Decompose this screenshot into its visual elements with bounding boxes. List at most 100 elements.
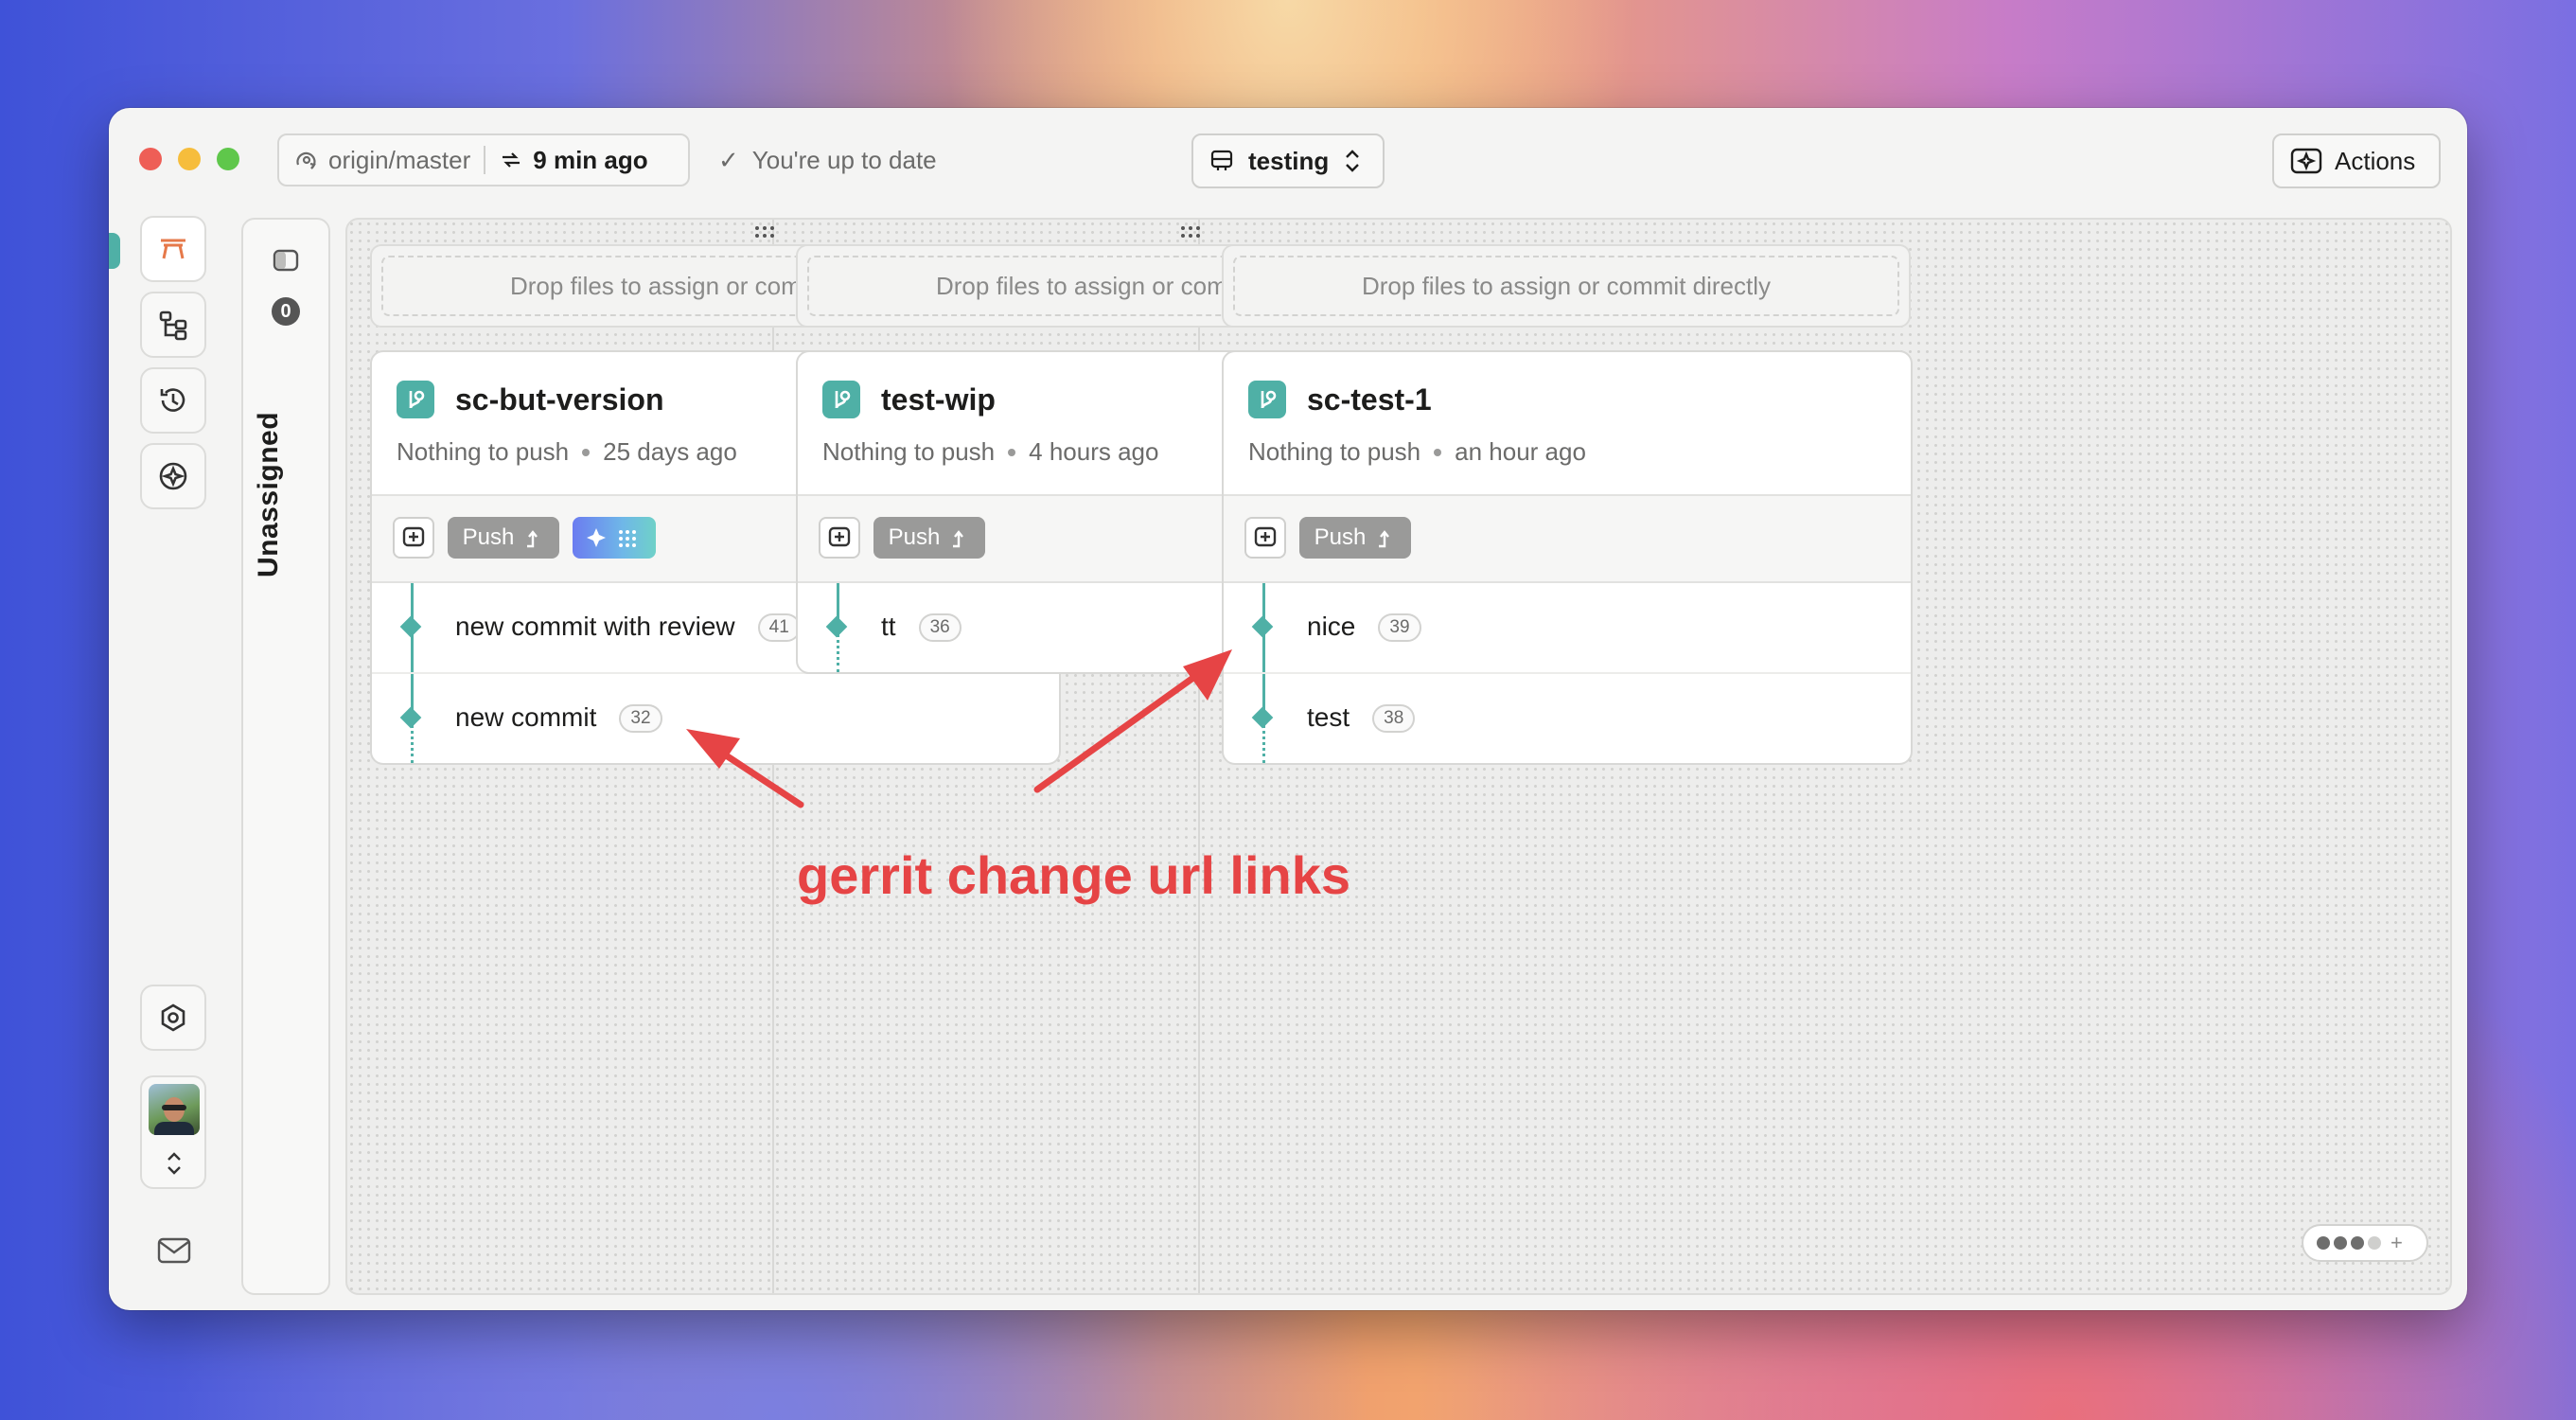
- divider: [484, 146, 486, 174]
- drag-handle-icon[interactable]: [1180, 225, 1201, 239]
- commit-title: new commit 32: [455, 702, 662, 733]
- push-status: Nothing to push: [822, 437, 996, 466]
- checkmark-icon: ✓: [718, 146, 739, 174]
- branch-status: Nothing to push an hour ago: [1248, 437, 1586, 467]
- sidebar-active-indicator: [109, 233, 120, 269]
- unassigned-label: Unassigned: [253, 411, 284, 577]
- remote-icon: [296, 151, 316, 169]
- branch-name: sc-but-version: [455, 382, 664, 417]
- actions-icon: [2290, 148, 2322, 174]
- push-status: Nothing to push: [1248, 437, 1421, 466]
- add-commit-icon: [402, 526, 425, 547]
- project-selector[interactable]: testing: [1191, 133, 1385, 188]
- commit-row[interactable]: new commit 32: [372, 674, 1059, 763]
- commit-marker: [399, 615, 422, 638]
- change-link-badge[interactable]: 41: [757, 613, 801, 642]
- push-button[interactable]: Push: [1299, 517, 1411, 559]
- commit-title: new commit with review 41: [455, 612, 801, 642]
- commit-marker: [399, 706, 422, 729]
- annotation-label: gerrit change url links: [797, 845, 1351, 905]
- commit-title: test 38: [1307, 702, 1416, 733]
- dropzone[interactable]: Drop files to assign or commit directly: [1222, 244, 1911, 328]
- ai-button[interactable]: [573, 517, 656, 559]
- change-link-badge[interactable]: 39: [1378, 613, 1421, 642]
- new-commit-button[interactable]: [1244, 517, 1286, 559]
- lane-pager[interactable]: +: [2302, 1224, 2428, 1262]
- chevron-updown-icon: [168, 1152, 181, 1175]
- zoom-window-button[interactable]: [217, 148, 239, 170]
- app-window: origin/master 9 min ago ✓ You're up to d…: [109, 108, 2467, 1310]
- commit-row[interactable]: test 38: [1224, 674, 1911, 763]
- gear-icon: [161, 1003, 185, 1032]
- branch-icon: [822, 381, 860, 418]
- branch-name: test-wip: [881, 382, 996, 417]
- push-label: Push: [1314, 524, 1367, 550]
- minimize-window-button[interactable]: [178, 148, 201, 170]
- branch-status: Nothing to push 25 days ago: [397, 437, 737, 467]
- branch-name: sc-test-1: [1307, 382, 1432, 417]
- commit-title: nice 39: [1307, 612, 1421, 642]
- sidebar-item-ai[interactable]: [140, 443, 206, 509]
- actions-label: Actions: [2335, 146, 2416, 175]
- branch-updated: an hour ago: [1455, 437, 1586, 466]
- add-lane-icon[interactable]: +: [2391, 1231, 2403, 1255]
- commit-row[interactable]: nice 39: [1224, 583, 1911, 674]
- history-icon: [160, 388, 185, 412]
- sync-status: ✓ You're up to date: [718, 146, 937, 175]
- last-fetch-time: 9 min ago: [533, 145, 648, 174]
- add-commit-icon: [828, 526, 851, 547]
- branch-header[interactable]: sc-test-1 Nothing to push an hour ago: [1224, 352, 1911, 496]
- sidebar-item-branches[interactable]: [140, 292, 206, 358]
- chevron-updown-icon: [1346, 150, 1360, 172]
- change-link-badge[interactable]: 32: [619, 704, 662, 733]
- push-status: Nothing to push: [397, 437, 570, 466]
- ai-sparkle-icon: [587, 528, 636, 547]
- panel-toggle-icon[interactable]: [272, 248, 300, 273]
- sync-icon: [503, 152, 520, 168]
- new-commit-button[interactable]: [819, 517, 860, 559]
- change-link-badge[interactable]: 38: [1372, 704, 1416, 733]
- commit-marker: [1251, 706, 1274, 729]
- unassigned-panel[interactable]: 0 Unassigned: [241, 218, 330, 1295]
- avatar: [149, 1084, 200, 1135]
- dropzone-text: Drop files to assign or commit directly: [1233, 256, 1899, 316]
- table-icon: [161, 239, 185, 259]
- change-link-badge[interactable]: 36: [918, 613, 962, 642]
- sync-status-text: You're up to date: [751, 146, 937, 174]
- push-arrow-icon: [953, 530, 964, 548]
- push-arrow-icon: [1379, 530, 1390, 548]
- branch-card: sc-test-1 Nothing to push an hour ago Pus…: [1222, 350, 1913, 765]
- close-window-button[interactable]: [139, 148, 162, 170]
- sidebar-item-history[interactable]: [140, 367, 206, 434]
- sidebar-item-workspace[interactable]: [140, 216, 206, 282]
- project-name: testing: [1248, 146, 1330, 175]
- commit-marker: [825, 615, 848, 638]
- drag-handle-icon[interactable]: [754, 225, 775, 239]
- branch-updated: 25 days ago: [603, 437, 737, 466]
- add-commit-icon: [1254, 526, 1277, 547]
- project-icon: [1210, 150, 1233, 170]
- mail-icon[interactable]: [156, 1236, 192, 1265]
- settings-button[interactable]: [140, 985, 206, 1051]
- push-button[interactable]: Push: [873, 517, 985, 559]
- branch-icon: [397, 381, 434, 418]
- actions-button[interactable]: Actions: [2272, 133, 2441, 188]
- branch-status: Nothing to push 4 hours ago: [822, 437, 1158, 467]
- unassigned-count: 0: [272, 297, 300, 326]
- user-switcher[interactable]: [140, 1075, 206, 1189]
- push-arrow-icon: [527, 530, 538, 548]
- remote-branch-name: origin/master: [328, 145, 471, 174]
- branch-toolbar: Push: [1224, 496, 1911, 583]
- lanes-board: Drop files to assign or commit directly …: [345, 218, 2452, 1295]
- new-commit-button[interactable]: [393, 517, 434, 559]
- remote-branch-pill[interactable]: origin/master 9 min ago: [277, 133, 690, 186]
- commit-title: tt 36: [881, 612, 962, 642]
- sparkle-icon: [159, 462, 187, 490]
- branch-updated: 4 hours ago: [1029, 437, 1159, 466]
- push-label: Push: [888, 524, 941, 550]
- commit-marker: [1251, 615, 1274, 638]
- branches-icon: [159, 311, 187, 341]
- branch-icon: [1248, 381, 1286, 418]
- push-button[interactable]: Push: [448, 517, 559, 559]
- push-label: Push: [462, 524, 515, 550]
